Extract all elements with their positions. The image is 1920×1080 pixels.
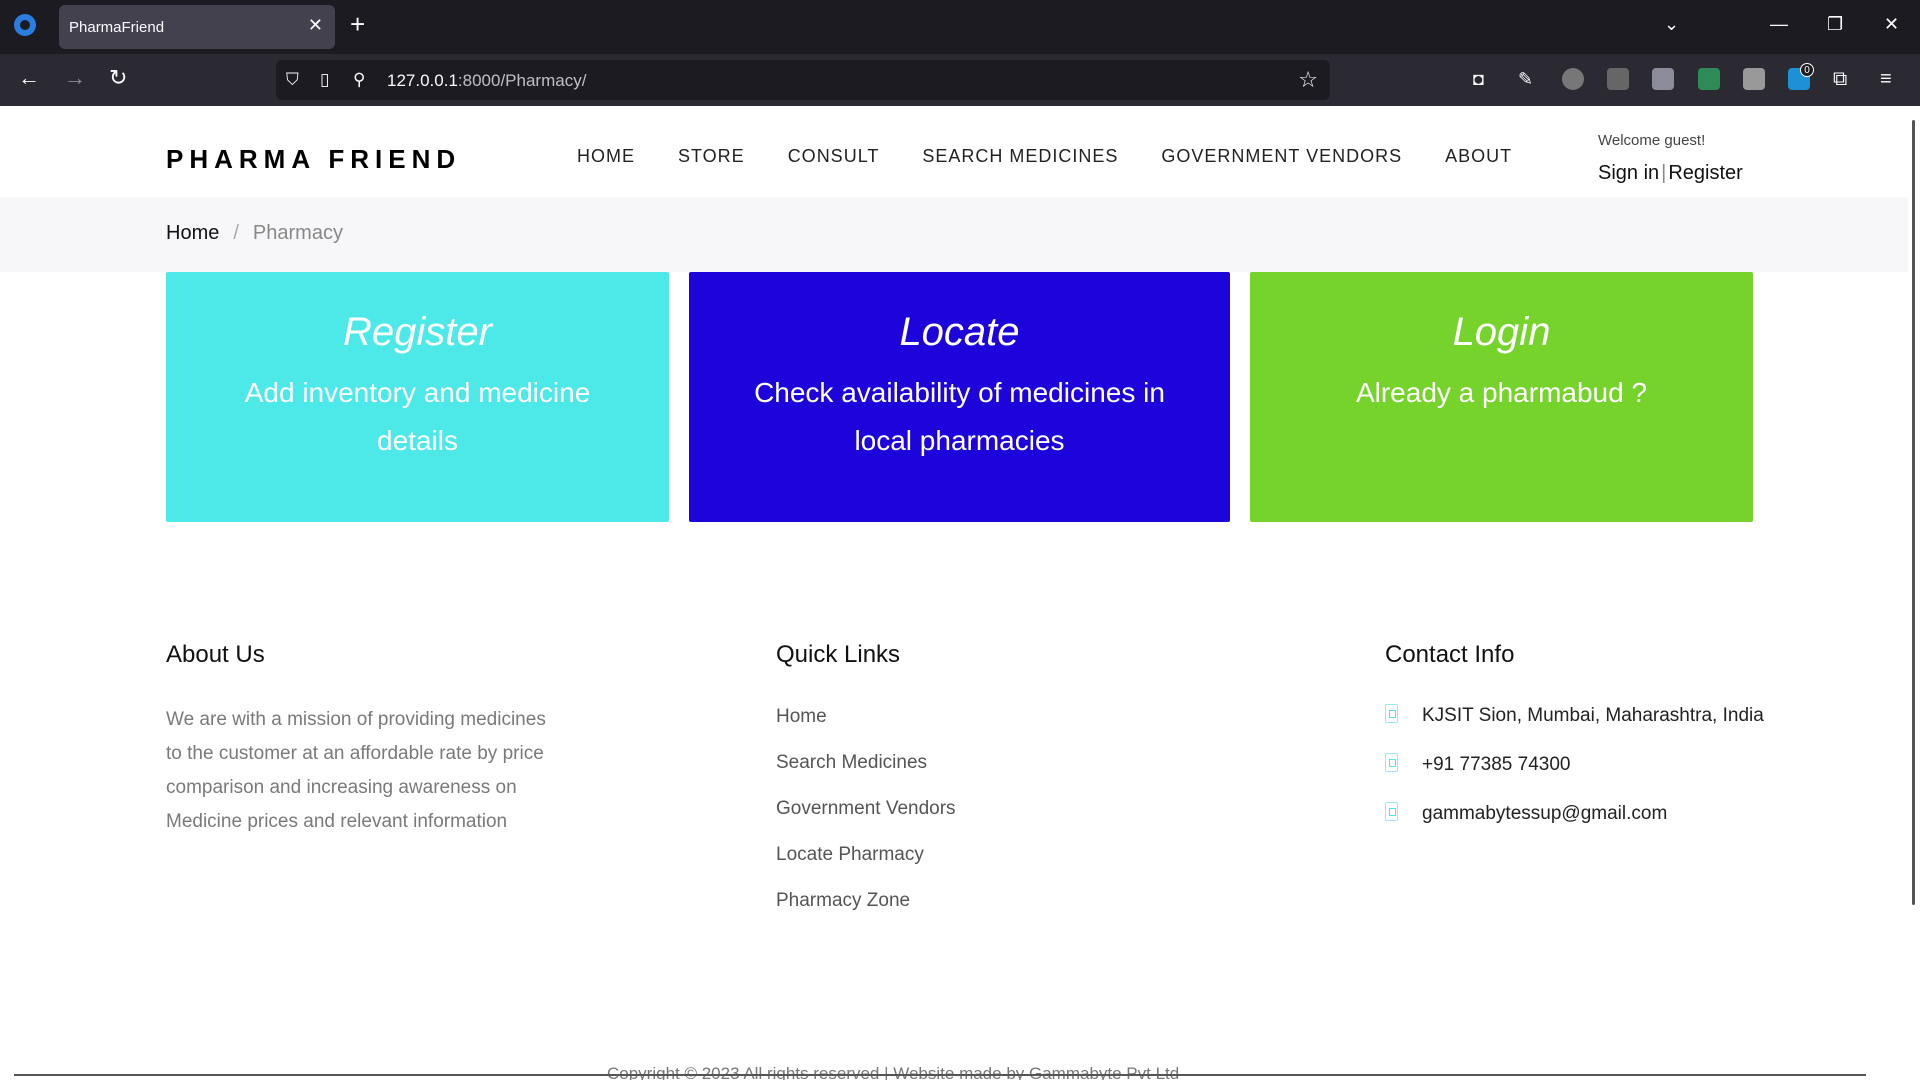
site-brand[interactable]: PHARMA FRIEND	[166, 144, 461, 175]
nav-consult[interactable]: CONSULT	[788, 146, 880, 167]
extensions-icon[interactable]: ⧉	[1833, 69, 1847, 89]
copyright-text: Copyright © 2023 All rights reserved | W…	[607, 1064, 1180, 1080]
browser-toolbar: ← → ↻ ⛉ ▯ ⚲ 127.0.0.1:8000/Pharmacy/ ☆ ◘…	[0, 54, 1920, 106]
forward-arrow-icon[interactable]: →	[64, 67, 86, 89]
extension-icon[interactable]	[1562, 68, 1584, 90]
address-text: KJSIT Sion, Mumbai, Maharashtra, India	[1422, 705, 1764, 726]
page-content: PHARMA FRIEND HOME STORE CONSULT SEARCH …	[0, 106, 1908, 1080]
login-card[interactable]: Login Already a pharmabud ?	[1250, 272, 1753, 522]
permissions-icon[interactable]: ⚲	[353, 70, 365, 90]
breadcrumb-separator: /	[233, 222, 239, 244]
nav-about[interactable]: ABOUT	[1445, 146, 1512, 167]
address-bar[interactable]: ⛉ ▯ ⚲ 127.0.0.1:8000/Pharmacy/ ☆	[276, 60, 1330, 100]
footer-divider	[14, 1074, 1866, 1076]
quick-link-pharmacy-zone[interactable]: Pharmacy Zone	[776, 888, 956, 914]
scrollbar-thumb[interactable]	[1912, 120, 1915, 905]
tab-title: PharmaFriend	[69, 19, 165, 36]
sign-in-link[interactable]: Sign in	[1598, 162, 1659, 184]
main-nav: HOME STORE CONSULT SEARCH MEDICINES GOVE…	[577, 146, 1555, 167]
nav-store[interactable]: STORE	[678, 146, 745, 167]
quick-links-heading: Quick Links	[776, 641, 901, 668]
shield-icon[interactable]: ⛉	[286, 70, 299, 90]
map-marker-icon	[1385, 704, 1398, 723]
contact-email: gammabytessup@gmail.com	[1385, 799, 1765, 829]
restore-icon[interactable]: ❐	[1827, 14, 1843, 35]
url-text[interactable]: 127.0.0.1:8000/Pharmacy/	[387, 71, 586, 91]
browser-tab-bar: PharmaFriend ✕ + ⌄ — ❐ ✕	[0, 0, 1920, 54]
bookmark-star-icon[interactable]: ☆	[1298, 67, 1318, 93]
register-card[interactable]: Register Add inventory and medicine deta…	[166, 272, 669, 522]
quick-link-government-vendors[interactable]: Government Vendors	[776, 796, 956, 822]
wrench-icon[interactable]: ✎	[1518, 70, 1533, 88]
contact-heading: Contact Info	[1385, 641, 1515, 668]
firefox-logo-icon	[14, 14, 36, 36]
contact-phone: +91 77385 74300	[1385, 750, 1765, 780]
check-extension-icon[interactable]	[1698, 68, 1720, 90]
login-card-title: Login	[1452, 310, 1551, 354]
about-text: We are with a mission of providing medic…	[166, 709, 546, 832]
breadcrumb: Home / Pharmacy	[0, 197, 1908, 272]
reload-icon[interactable]: ↻	[109, 67, 127, 89]
contact-address: KJSIT Sion, Mumbai, Maharashtra, India	[1385, 701, 1765, 731]
contact-info: KJSIT Sion, Mumbai, Maharashtra, India +…	[1385, 701, 1765, 848]
page-scrollbar[interactable]	[1908, 106, 1920, 1080]
auth-links: Sign in | Register	[1598, 162, 1743, 185]
extension-badge: 0	[1800, 63, 1814, 77]
puzzle-extension-icon[interactable]	[1607, 68, 1629, 90]
about-heading: About Us	[166, 641, 265, 668]
locate-card-title: Locate	[899, 310, 1020, 354]
quick-link-search-medicines[interactable]: Search Medicines	[776, 750, 956, 776]
login-card-text: Already a pharmabud ?	[1355, 377, 1648, 408]
quick-links: Home Search Medicines Government Vendors…	[776, 704, 956, 934]
breadcrumb-current: Pharmacy	[252, 222, 343, 244]
nav-search-medicines[interactable]: SEARCH MEDICINES	[922, 146, 1118, 167]
list-tabs-chevron-down-icon[interactable]: ⌄	[1664, 14, 1679, 35]
pen-extension-icon[interactable]	[1652, 68, 1674, 90]
register-link[interactable]: Register	[1668, 162, 1742, 184]
email-text[interactable]: gammabytessup@gmail.com	[1422, 803, 1667, 824]
register-card-title: Register	[343, 310, 492, 354]
breadcrumb-home[interactable]: Home	[166, 222, 219, 244]
nav-government-vendors[interactable]: GOVERNMENT VENDORS	[1161, 146, 1402, 167]
pocket-icon[interactable]: ◘	[1473, 70, 1484, 88]
minimize-icon[interactable]: —	[1770, 14, 1788, 35]
page-icon: ▯	[320, 70, 330, 89]
close-tab-icon[interactable]: ✕	[308, 15, 323, 36]
close-window-icon[interactable]: ✕	[1884, 14, 1899, 35]
browser-tab[interactable]: PharmaFriend ✕	[59, 5, 335, 49]
phone-icon	[1385, 753, 1398, 772]
locate-card[interactable]: Locate Check availability of medicines i…	[689, 272, 1230, 522]
s-extension-icon[interactable]	[1743, 68, 1765, 90]
back-arrow-icon[interactable]: ←	[18, 67, 40, 89]
quick-link-home[interactable]: Home	[776, 704, 956, 730]
new-tab-icon[interactable]: +	[350, 11, 365, 37]
welcome-text: Welcome guest!	[1598, 132, 1706, 149]
mail-icon	[1385, 802, 1398, 821]
phone-text[interactable]: +91 77385 74300	[1422, 754, 1570, 775]
register-card-text: Add inventory and medicine details	[244, 377, 591, 456]
auth-separator: |	[1661, 162, 1667, 184]
nav-home[interactable]: HOME	[577, 146, 635, 167]
quick-link-locate-pharmacy[interactable]: Locate Pharmacy	[776, 842, 956, 868]
locate-card-text: Check availability of medicines in local…	[754, 377, 1165, 456]
menu-hamburger-icon[interactable]: ≡	[1880, 69, 1892, 89]
